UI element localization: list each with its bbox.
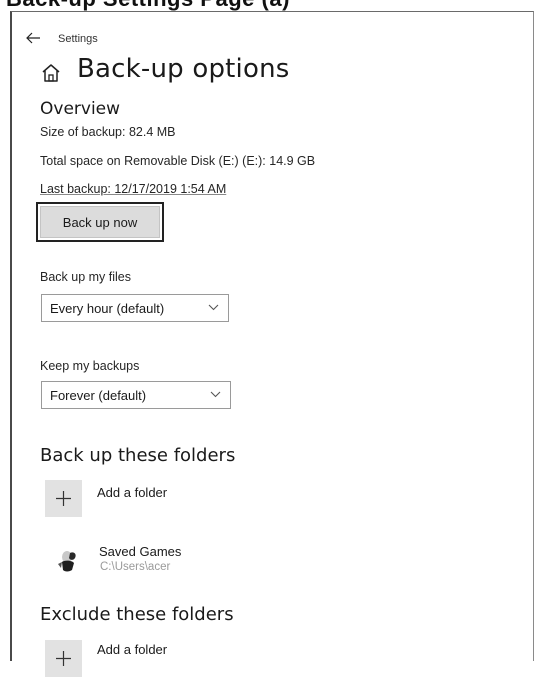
exclude-folders-heading: Exclude these folders: [40, 604, 234, 625]
cropped-caption: Back-up Settings Page (a): [6, 0, 290, 11]
backup-frequency-value: Every hour (default): [50, 300, 165, 316]
backup-frequency-label: Back up my files: [40, 270, 132, 284]
retention-value: Forever (default): [50, 387, 147, 403]
backup-frequency-dropdown[interactable]: Every hour (default): [41, 294, 229, 322]
back-arrow-icon[interactable]: [25, 31, 41, 45]
add-exclude-folder-label[interactable]: Add a folder: [97, 642, 167, 657]
settings-window: Settings Back-up options Overview Size o…: [10, 11, 534, 677]
add-include-folder-button[interactable]: [45, 480, 82, 517]
total-space-text: Total space on Removable Disk (E:) (E:):…: [40, 154, 316, 168]
include-folders-heading: Back up these folders: [40, 445, 236, 466]
chevron-down-icon: [210, 391, 221, 398]
back-up-now-label: Back up now: [40, 206, 160, 238]
plus-icon: [56, 491, 71, 506]
folder-path: C:\Users\acer: [100, 561, 171, 573]
chevron-down-icon: [208, 304, 219, 311]
cropped-caption-strip: Back-up Settings Page (a): [0, 0, 536, 11]
settings-caption: Settings: [58, 33, 98, 45]
folder-name: Saved Games: [99, 544, 182, 559]
retention-dropdown[interactable]: Forever (default): [41, 381, 231, 409]
add-exclude-folder-button[interactable]: [45, 640, 82, 677]
retention-label: Keep my backups: [40, 359, 140, 373]
back-up-now-button[interactable]: Back up now: [36, 202, 164, 242]
plus-icon: [56, 651, 71, 666]
last-backup-text: Last backup: 12/17/2019 1:54 AM: [40, 182, 227, 196]
page-title: Back-up options: [77, 54, 290, 84]
home-icon[interactable]: [40, 62, 62, 84]
overview-heading: Overview: [40, 99, 121, 119]
add-include-folder-label[interactable]: Add a folder: [97, 485, 167, 500]
saved-games-folder-icon: [58, 551, 76, 572]
backup-size-text: Size of backup: 82.4 MB: [40, 125, 176, 139]
